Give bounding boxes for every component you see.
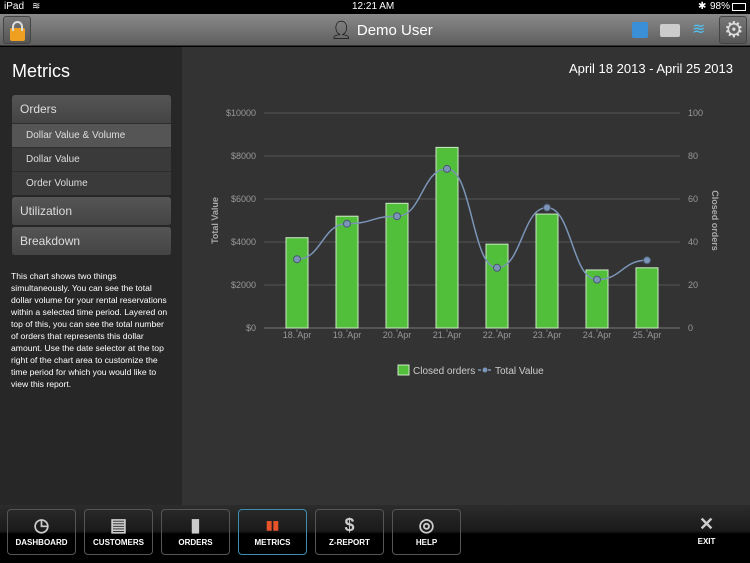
nav-exit-button[interactable]: ✕ EXIT xyxy=(672,509,741,555)
bar-closed-orders xyxy=(535,213,559,329)
left-tick-label: $4000 xyxy=(231,237,256,247)
nav-label: DASHBOARD xyxy=(15,538,68,547)
left-tick-label: $0 xyxy=(246,323,256,333)
menu-dollar-value-volume[interactable]: Dollar Value & Volume xyxy=(12,123,171,147)
customers-icon: ▤ xyxy=(109,515,127,535)
right-tick-label: 100 xyxy=(688,108,703,118)
nav-help-button[interactable]: ◎ HELP xyxy=(392,509,461,555)
x-tick-label: 25. Apr xyxy=(633,330,662,340)
bar-closed-orders xyxy=(335,215,359,329)
right-tick-label: 20 xyxy=(688,280,698,290)
status-bar: iPad ≋ 12:21 AM ✱ 98% xyxy=(0,0,750,14)
point-total-value xyxy=(293,255,301,264)
sidebar-title: Metrics xyxy=(12,61,70,81)
help-icon: ◎ xyxy=(418,515,435,535)
point-total-value xyxy=(593,275,601,284)
battery-percent: 98% xyxy=(710,1,731,12)
legend-label-total-value: Total Value xyxy=(495,366,544,377)
nav-orders-button[interactable]: ▮ ORDERS xyxy=(161,509,230,555)
right-tick-label: 60 xyxy=(688,194,698,204)
left-tick-label: $8000 xyxy=(231,151,256,161)
combo-chart: $0 0 $2000 20 $4000 40 $6000 60 $8000 80 $10000 100… xyxy=(210,108,720,377)
dashboard-icon: ◷ xyxy=(33,515,50,535)
legend-swatch-closed-orders xyxy=(397,364,410,376)
nav-label: ORDERS xyxy=(178,538,213,547)
point-total-value xyxy=(643,256,651,265)
nav-label: CUSTOMERS xyxy=(93,538,144,547)
chart-description: This chart shows two things simultaneous… xyxy=(11,271,168,389)
zreport-icon: $ xyxy=(344,515,355,535)
exit-icon: ✕ xyxy=(698,514,715,534)
user-icon: 👤︎ xyxy=(330,20,353,40)
menu-orders[interactable]: Orders xyxy=(12,95,171,123)
user-name: Demo User xyxy=(356,22,433,39)
sidebar: Metrics Orders Dollar Value & Volume Dol… xyxy=(0,47,182,505)
x-tick-label: 21. Apr xyxy=(433,330,462,340)
right-tick-label: 80 xyxy=(688,151,698,161)
card-reader-icon[interactable] xyxy=(660,24,680,37)
nav-customers-button[interactable]: ▤ CUSTOMERS xyxy=(84,509,153,555)
orders-icon: ▮ xyxy=(190,515,201,535)
left-axis-title: Total Value xyxy=(210,197,220,244)
point-total-value xyxy=(443,164,451,173)
legend-marker-total-value xyxy=(482,367,488,373)
x-tick-label: 19. Apr xyxy=(333,330,362,340)
left-tick-label: $10000 xyxy=(226,108,256,118)
gear-icon: ⚙ xyxy=(724,17,744,42)
bar-closed-orders xyxy=(485,243,509,329)
point-total-value xyxy=(543,203,551,212)
bar-closed-orders xyxy=(435,146,459,329)
point-total-value xyxy=(393,212,401,221)
current-user: 👤︎ Demo User xyxy=(330,20,433,41)
bar-closed-orders xyxy=(385,202,409,329)
metrics-icon: ▮▮ xyxy=(265,518,280,532)
right-axis-title: Closed orders xyxy=(710,190,720,251)
x-tick-label: 18. Apr xyxy=(283,330,312,340)
bar-closed-orders xyxy=(635,267,659,329)
menu-dollar-value[interactable]: Dollar Value xyxy=(12,147,171,171)
right-tick-label: 0 xyxy=(688,323,693,333)
top-bar: 👤︎ Demo User ≋ ⚙ xyxy=(0,14,750,46)
menu-breakdown[interactable]: Breakdown xyxy=(12,227,171,255)
main-panel: April 18 2013 - April 25 2013 $0 0 $2000 20… xyxy=(182,47,750,505)
nav-metrics-button[interactable]: ▮▮ METRICS xyxy=(238,509,307,555)
left-tick-label: $6000 xyxy=(231,194,256,204)
printer-icon[interactable] xyxy=(632,22,648,38)
point-total-value xyxy=(493,263,501,272)
bar-closed-orders xyxy=(285,237,309,329)
clock: 12:21 AM xyxy=(352,1,395,12)
menu-order-volume[interactable]: Order Volume xyxy=(12,171,171,195)
wifi-status-icon: ≋ xyxy=(32,1,41,12)
nav-dashboard-button[interactable]: ◷ DASHBOARD xyxy=(7,509,76,555)
x-tick-label: 24. Apr xyxy=(583,330,612,340)
menu-group-orders: Orders Dollar Value & Volume Dollar Valu… xyxy=(12,95,171,195)
x-tick-label: 23. Apr xyxy=(533,330,562,340)
nav-label: METRICS xyxy=(254,538,291,547)
nav-label: Z-REPORT xyxy=(329,538,370,547)
legend-label-closed-orders: Closed orders xyxy=(413,366,475,377)
settings-button[interactable]: ⚙ xyxy=(719,16,747,44)
nav-label: EXIT xyxy=(697,537,716,546)
nav-zreport-button[interactable]: $ Z-REPORT xyxy=(315,509,384,555)
nav-label: HELP xyxy=(415,538,438,547)
x-tick-label: 22. Apr xyxy=(483,330,512,340)
right-tick-label: 40 xyxy=(688,237,698,247)
wifi-icon[interactable]: ≋ xyxy=(692,19,705,39)
menu-utilization[interactable]: Utilization xyxy=(12,197,171,225)
bottom-nav: ◷ DASHBOARD ▤ CUSTOMERS ▮ ORDERS ▮▮ METRICS $ Z-R… xyxy=(0,505,750,563)
x-tick-label: 20. Apr xyxy=(383,330,412,340)
battery-icon xyxy=(732,3,746,11)
left-tick-label: $2000 xyxy=(231,280,256,290)
device-name: iPad xyxy=(4,1,25,12)
bluetooth-icon: ✱ xyxy=(698,1,707,12)
point-total-value xyxy=(343,219,351,228)
lock-button[interactable] xyxy=(3,16,31,44)
